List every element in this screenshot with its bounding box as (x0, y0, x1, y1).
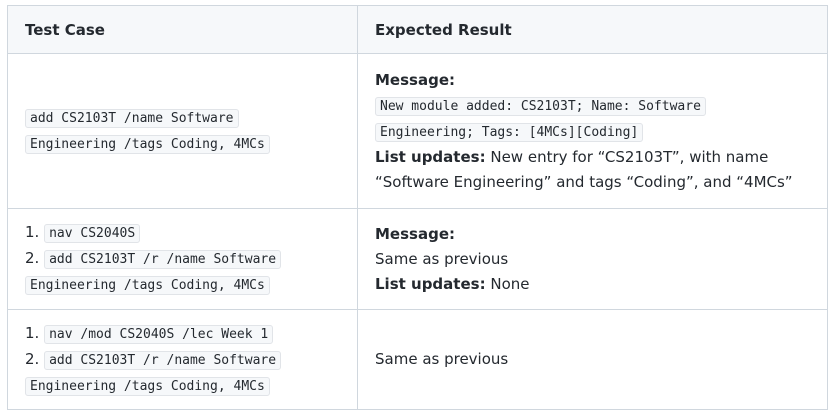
command-code: nav /mod CS2040S /lec Week 1 (44, 324, 274, 344)
command-code: add CS2103T /name Software (25, 109, 239, 128)
test-case-table: Test Case Expected Result add CS2103T /n… (7, 5, 828, 410)
command-code: add CS2103T /r /name Software (44, 250, 282, 269)
message-label: Message: (375, 224, 455, 243)
table-header-row: Test Case Expected Result (7, 5, 828, 54)
expected-result-cell: Message: Same as previous List updates: … (357, 208, 828, 310)
header-expected-result: Expected Result (357, 5, 828, 54)
header-test-case: Test Case (7, 5, 358, 54)
test-case-cell: add CS2103T /name Software Engineering /… (7, 53, 358, 209)
table-row: 1. nav /mod CS2040S /lec Week 1 2. add C… (7, 309, 828, 410)
step-number: 2. (25, 349, 40, 368)
expected-result-cell: Same as previous (357, 309, 828, 410)
command-code: Engineering /tags Coding, 4MCs (25, 135, 270, 154)
list-updates-label: List updates: (375, 274, 486, 293)
list-updates-label: List updates: (375, 147, 486, 166)
table-row: add CS2103T /name Software Engineering /… (7, 53, 828, 209)
table-row: 1. nav CS2040S 2. add CS2103T /r /name S… (7, 208, 828, 310)
command-code: add CS2103T /r /name Software (44, 350, 282, 370)
command-code: nav CS2040S (44, 224, 141, 243)
list-updates-text: “Software Engineering” and tags “Coding”… (375, 172, 793, 191)
message-code: New module added: CS2103T; Name: Softwar… (375, 96, 706, 116)
command-code: Engineering /tags Coding, 4MCs (25, 276, 270, 295)
step-number: 1. (25, 323, 40, 342)
expected-result-cell: Message: New module added: CS2103T; Name… (357, 53, 828, 209)
expected-text: Same as previous (375, 350, 509, 368)
message-code: Engineering; Tags: [4MCs][Coding] (375, 122, 644, 142)
step-number: 2. (25, 249, 40, 267)
command-code: Engineering /tags Coding, 4MCs (25, 376, 270, 396)
list-updates-text: None (490, 274, 530, 293)
test-case-cell: 1. nav /mod CS2040S /lec Week 1 2. add C… (7, 309, 358, 410)
message-text: Same as previous (375, 249, 509, 268)
test-case-cell: 1. nav CS2040S 2. add CS2103T /r /name S… (7, 208, 358, 310)
list-updates-text: New entry for “CS2103T”, with name (490, 147, 769, 166)
message-label: Message: (375, 70, 455, 89)
step-number: 1. (25, 223, 40, 241)
